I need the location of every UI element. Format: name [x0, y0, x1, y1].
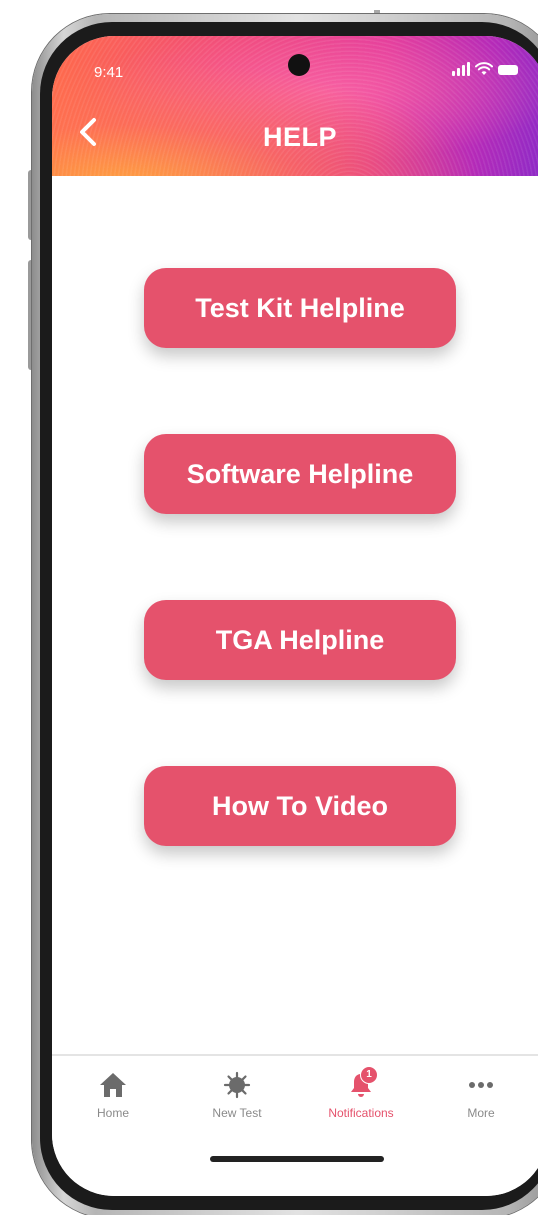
tab-home[interactable]: Home	[58, 1070, 168, 1126]
notification-badge: 1	[360, 1066, 378, 1084]
virus-icon	[222, 1070, 252, 1100]
battery-icon	[498, 65, 518, 75]
phone-screen: 9:41 HELP Test Kit Helpline Software Hel…	[52, 36, 538, 1196]
software-helpline-button[interactable]: Software Helpline	[144, 434, 456, 514]
front-camera	[288, 54, 310, 76]
home-icon	[98, 1070, 128, 1100]
tab-new-test[interactable]: New Test	[182, 1070, 292, 1126]
help-options: Test Kit Helpline Software Helpline TGA …	[52, 176, 538, 1052]
bell-icon: 1	[346, 1066, 378, 1100]
tab-more-label: More	[467, 1106, 495, 1120]
bottom-tab-bar: Home New Test 1 Notifications More	[52, 1054, 538, 1196]
app-screenshot: 9:41 HELP Test Kit Helpline Software Hel…	[0, 0, 538, 1215]
tab-more[interactable]: More	[426, 1070, 536, 1126]
wifi-icon	[475, 62, 493, 75]
status-time: 9:41	[94, 64, 124, 81]
status-icons	[452, 62, 518, 76]
tab-home-label: Home	[96, 1106, 129, 1120]
test-kit-helpline-button[interactable]: Test Kit Helpline	[144, 268, 456, 348]
how-to-video-button[interactable]: How To Video	[144, 766, 456, 846]
tab-notifications-label: Notifications	[328, 1106, 394, 1120]
tab-notifications[interactable]: 1 Notifications	[306, 1066, 416, 1126]
tab-new-test-label: New Test	[212, 1106, 262, 1120]
header-bar: 9:41 HELP	[52, 36, 538, 176]
page-title: HELP	[262, 122, 337, 152]
home-indicator[interactable]	[210, 1156, 384, 1162]
signal-icon	[452, 62, 470, 76]
more-dots-icon	[466, 1070, 496, 1100]
tga-helpline-button[interactable]: TGA Helpline	[144, 600, 456, 680]
